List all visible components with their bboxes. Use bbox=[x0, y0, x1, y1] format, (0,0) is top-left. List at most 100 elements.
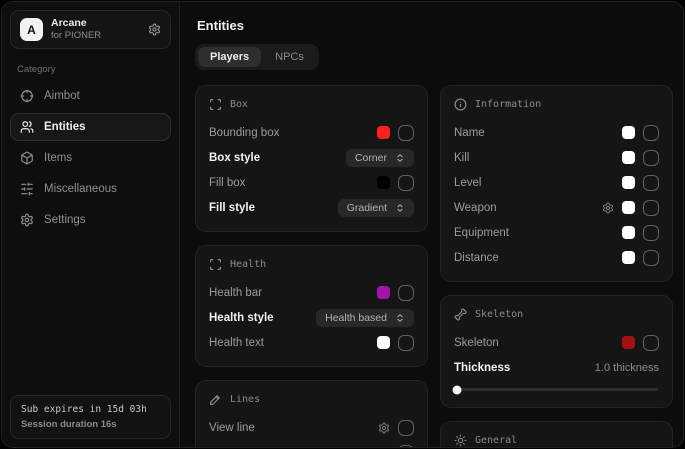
information-panel-header: Information bbox=[454, 98, 659, 111]
sub-expires-text: Sub expires in 15d 03h bbox=[21, 404, 160, 415]
box-panel: Box Bounding box Box style Corner bbox=[195, 85, 428, 232]
setting-label: Level bbox=[454, 177, 482, 189]
page-title: Entities bbox=[197, 18, 673, 33]
sidebar-item-settings[interactable]: Settings bbox=[10, 206, 171, 234]
setting-label: Skeleton bbox=[454, 337, 499, 349]
sidebar-item-miscellaneous[interactable]: Miscellaneous bbox=[10, 175, 171, 203]
app-window: A Arcane for PIONER Category Aimbot Enti… bbox=[1, 1, 684, 448]
setting-label: Thickness bbox=[454, 362, 510, 374]
sidebar-item-label: Items bbox=[44, 152, 72, 164]
scan-corners-icon bbox=[209, 98, 222, 111]
box-style-dropdown[interactable]: Corner bbox=[346, 149, 414, 167]
fill-box-checkbox[interactable] bbox=[398, 175, 414, 191]
thickness-value: 1.0 thickness bbox=[595, 362, 659, 374]
panels-grid: Box Bounding box Box style Corner bbox=[195, 85, 673, 447]
brand-card: A Arcane for PIONER bbox=[10, 10, 171, 49]
crosshair-icon bbox=[20, 89, 34, 103]
sidebar-item-label: Entities bbox=[44, 121, 86, 133]
gear-icon[interactable] bbox=[148, 23, 161, 36]
brand-subtitle: for PIONER bbox=[51, 30, 101, 42]
dropdown-value: Health based bbox=[325, 312, 387, 324]
setting-row-equipment: Equipment bbox=[454, 221, 659, 244]
color-swatch[interactable] bbox=[622, 201, 635, 214]
sidebar-item-entities[interactable]: Entities bbox=[10, 113, 171, 141]
sliders-icon bbox=[20, 182, 34, 196]
brand-logo: A bbox=[20, 18, 43, 41]
information-panel: Information Name Kill bbox=[440, 85, 673, 282]
view-line-checkbox[interactable] bbox=[398, 420, 414, 436]
color-swatch[interactable] bbox=[622, 126, 635, 139]
setting-label: Health bar bbox=[209, 287, 262, 299]
setting-label: Health text bbox=[209, 337, 264, 349]
color-swatch[interactable] bbox=[377, 286, 390, 299]
skeleton-checkbox[interactable] bbox=[643, 335, 659, 351]
setting-label: Bounding box bbox=[209, 127, 279, 139]
setting-row-fill-style: Fill style Gradient bbox=[209, 196, 414, 219]
health-style-dropdown[interactable]: Health based bbox=[316, 309, 414, 327]
color-swatch[interactable] bbox=[622, 336, 635, 349]
line-to-enemy-checkbox[interactable] bbox=[398, 445, 414, 448]
health-bar-checkbox[interactable] bbox=[398, 285, 414, 301]
setting-row-line-to-enemy: Line to enemy bbox=[209, 441, 414, 447]
session-duration-text: Session duration 16s bbox=[21, 419, 160, 430]
sidebar-item-label: Settings bbox=[44, 214, 86, 226]
color-swatch[interactable] bbox=[622, 226, 635, 239]
lines-panel-header: Lines bbox=[209, 393, 414, 406]
setting-row-health-bar: Health bar bbox=[209, 281, 414, 304]
sidebar-nav: Aimbot Entities Items Miscellaneous Sett… bbox=[10, 82, 171, 234]
info-icon bbox=[454, 98, 467, 111]
panel-title: Information bbox=[475, 99, 541, 110]
setting-row-health-style: Health style Health based bbox=[209, 306, 414, 329]
sun-icon bbox=[454, 434, 467, 447]
fill-style-dropdown[interactable]: Gradient bbox=[338, 199, 414, 217]
color-swatch[interactable] bbox=[377, 126, 390, 139]
gear-icon bbox=[20, 213, 34, 227]
dropdown-expand-icon bbox=[395, 203, 405, 213]
health-text-checkbox[interactable] bbox=[398, 335, 414, 351]
gear-icon[interactable] bbox=[602, 202, 614, 214]
setting-row-fill-box: Fill box bbox=[209, 171, 414, 194]
entity-tabs: Players NPCs bbox=[195, 44, 319, 70]
color-swatch[interactable] bbox=[377, 176, 390, 189]
setting-label: Weapon bbox=[454, 202, 497, 214]
thickness-slider-thumb[interactable] bbox=[453, 385, 462, 394]
health-panel: Health Health bar Health style Health ba… bbox=[195, 245, 428, 367]
gear-icon[interactable] bbox=[378, 447, 390, 448]
color-swatch[interactable] bbox=[622, 151, 635, 164]
setting-row-skeleton: Skeleton bbox=[454, 331, 659, 354]
setting-row-weapon: Weapon bbox=[454, 196, 659, 219]
tab-npcs[interactable]: NPCs bbox=[263, 47, 316, 67]
kill-checkbox[interactable] bbox=[643, 150, 659, 166]
scan-corners-icon bbox=[209, 258, 222, 271]
setting-label: Fill box bbox=[209, 177, 245, 189]
setting-row-level: Level bbox=[454, 171, 659, 194]
weapon-checkbox[interactable] bbox=[643, 200, 659, 216]
tab-players[interactable]: Players bbox=[198, 47, 261, 67]
color-swatch[interactable] bbox=[622, 176, 635, 189]
setting-label: View line bbox=[209, 422, 255, 434]
color-swatch[interactable] bbox=[622, 251, 635, 264]
general-panel-header: General bbox=[454, 434, 659, 447]
bone-icon bbox=[454, 308, 467, 321]
sidebar-item-aimbot[interactable]: Aimbot bbox=[10, 82, 171, 110]
name-checkbox[interactable] bbox=[643, 125, 659, 141]
level-checkbox[interactable] bbox=[643, 175, 659, 191]
color-swatch[interactable] bbox=[377, 336, 390, 349]
dropdown-value: Corner bbox=[355, 152, 387, 164]
left-column: Box Bounding box Box style Corner bbox=[195, 85, 428, 447]
setting-row-health-text: Health text bbox=[209, 331, 414, 354]
gear-icon[interactable] bbox=[378, 422, 390, 434]
subscription-card: Sub expires in 15d 03h Session duration … bbox=[10, 395, 171, 439]
setting-label: Health style bbox=[209, 312, 274, 324]
category-label: Category bbox=[17, 64, 164, 75]
setting-row-bounding-box: Bounding box bbox=[209, 121, 414, 144]
general-panel: General Visibility check Max distance 50… bbox=[440, 421, 673, 447]
distance-checkbox[interactable] bbox=[643, 250, 659, 266]
setting-label: Fill style bbox=[209, 202, 255, 214]
bounding-box-checkbox[interactable] bbox=[398, 125, 414, 141]
sidebar-item-label: Aimbot bbox=[44, 90, 80, 102]
skeleton-panel-header: Skeleton bbox=[454, 308, 659, 321]
sidebar-item-items[interactable]: Items bbox=[10, 144, 171, 172]
thickness-slider[interactable] bbox=[455, 388, 658, 391]
equipment-checkbox[interactable] bbox=[643, 225, 659, 241]
